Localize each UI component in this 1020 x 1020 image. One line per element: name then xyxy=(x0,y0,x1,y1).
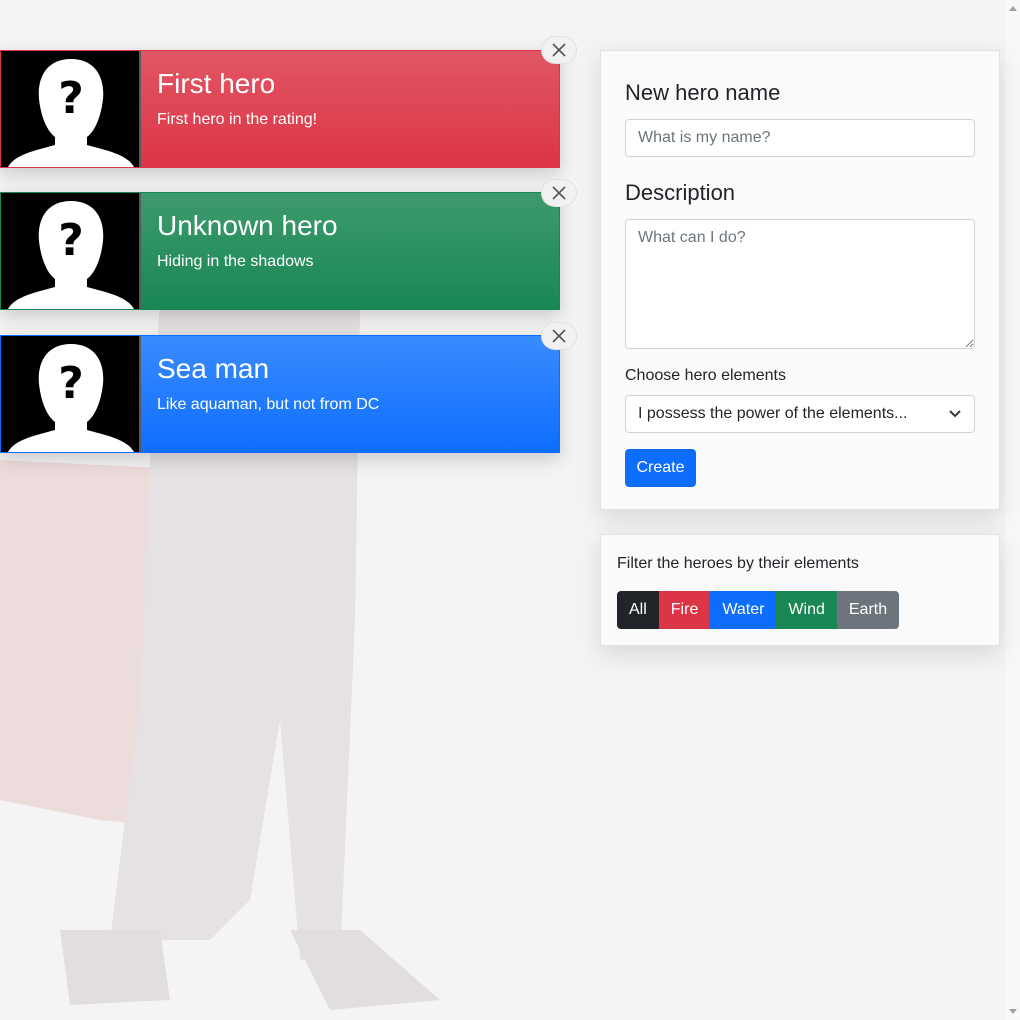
new-hero-form: New hero name Description Choose hero el… xyxy=(600,50,1000,510)
unknown-person-icon: ? xyxy=(1,193,141,309)
filter-fire-button[interactable]: Fire xyxy=(658,591,711,629)
close-icon xyxy=(552,186,566,200)
close-button[interactable] xyxy=(542,37,576,63)
filter-wind-button[interactable]: Wind xyxy=(776,591,837,629)
hero-description: Hiding in the shadows xyxy=(157,253,314,270)
elements-label: Choose hero elements xyxy=(625,367,786,384)
name-label: New hero name xyxy=(625,80,781,105)
hero-name-input[interactable] xyxy=(625,119,975,157)
unknown-person-icon: ? xyxy=(1,336,141,452)
scrollbar[interactable] xyxy=(1005,0,1020,1020)
hero-card: ? First hero First hero in the rating! xyxy=(0,50,560,168)
filter-title: Filter the heroes by their elements xyxy=(617,555,859,572)
svg-text:?: ? xyxy=(58,215,84,266)
filter-water-button[interactable]: Water xyxy=(710,591,777,629)
hero-name: Sea man xyxy=(157,353,270,384)
description-label: Description xyxy=(625,180,736,205)
filter-earth-button[interactable]: Earth xyxy=(836,591,900,629)
svg-text:?: ? xyxy=(58,73,84,124)
hero-description: First hero in the rating! xyxy=(157,111,318,128)
chevron-down-icon xyxy=(949,410,961,418)
scroll-up-arrow-icon[interactable] xyxy=(1009,6,1017,11)
scroll-down-arrow-icon[interactable] xyxy=(1009,1009,1017,1014)
filter-button-group: All Fire Water Wind Earth xyxy=(617,591,983,629)
close-icon xyxy=(552,329,566,343)
svg-text:?: ? xyxy=(58,358,84,409)
close-button[interactable] xyxy=(542,323,576,349)
hero-description: Like aquaman, but not from DC xyxy=(157,396,380,413)
hero-card: ? Sea man Like aquaman, but not from DC xyxy=(0,335,560,453)
hero-name: First hero xyxy=(157,68,276,99)
hero-description-input[interactable] xyxy=(625,219,975,349)
filter-all-button[interactable]: All xyxy=(617,591,659,629)
elements-select[interactable]: I possess the power of the elements... xyxy=(625,395,975,433)
close-button[interactable] xyxy=(542,180,576,206)
unknown-person-icon: ? xyxy=(1,51,141,167)
create-button[interactable]: Create xyxy=(625,449,696,487)
filter-panel: Filter the heroes by their elements All … xyxy=(600,534,1000,646)
hero-name: Unknown hero xyxy=(157,210,338,241)
close-icon xyxy=(552,43,566,57)
elements-select-value: I possess the power of the elements... xyxy=(638,405,908,422)
hero-card: ? Unknown hero Hiding in the shadows xyxy=(0,192,560,310)
